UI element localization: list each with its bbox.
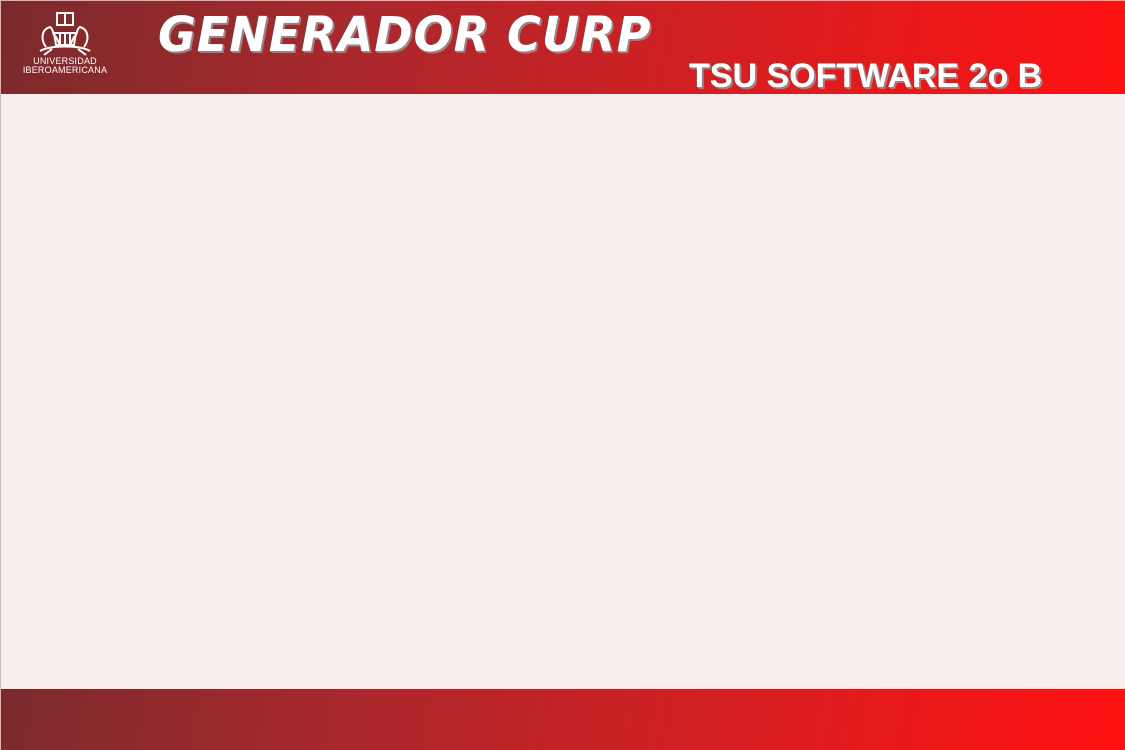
group-label: TSU SOFTWARE 2o B <box>689 57 1043 95</box>
university-logo: UNIVERSIDAD IBEROAMERICANA <box>15 11 115 91</box>
footer-banner <box>1 689 1125 750</box>
university-crest-icon <box>39 12 91 56</box>
logo-text-line2: IBEROAMERICANA <box>22 65 108 75</box>
header-banner: UNIVERSIDAD IBEROAMERICANA GENERADOR CUR… <box>1 1 1125 95</box>
main-content-area <box>1 94 1125 689</box>
app-title: GENERADOR CURP <box>158 7 652 63</box>
app-window: UNIVERSIDAD IBEROAMERICANA GENERADOR CUR… <box>0 0 1125 750</box>
